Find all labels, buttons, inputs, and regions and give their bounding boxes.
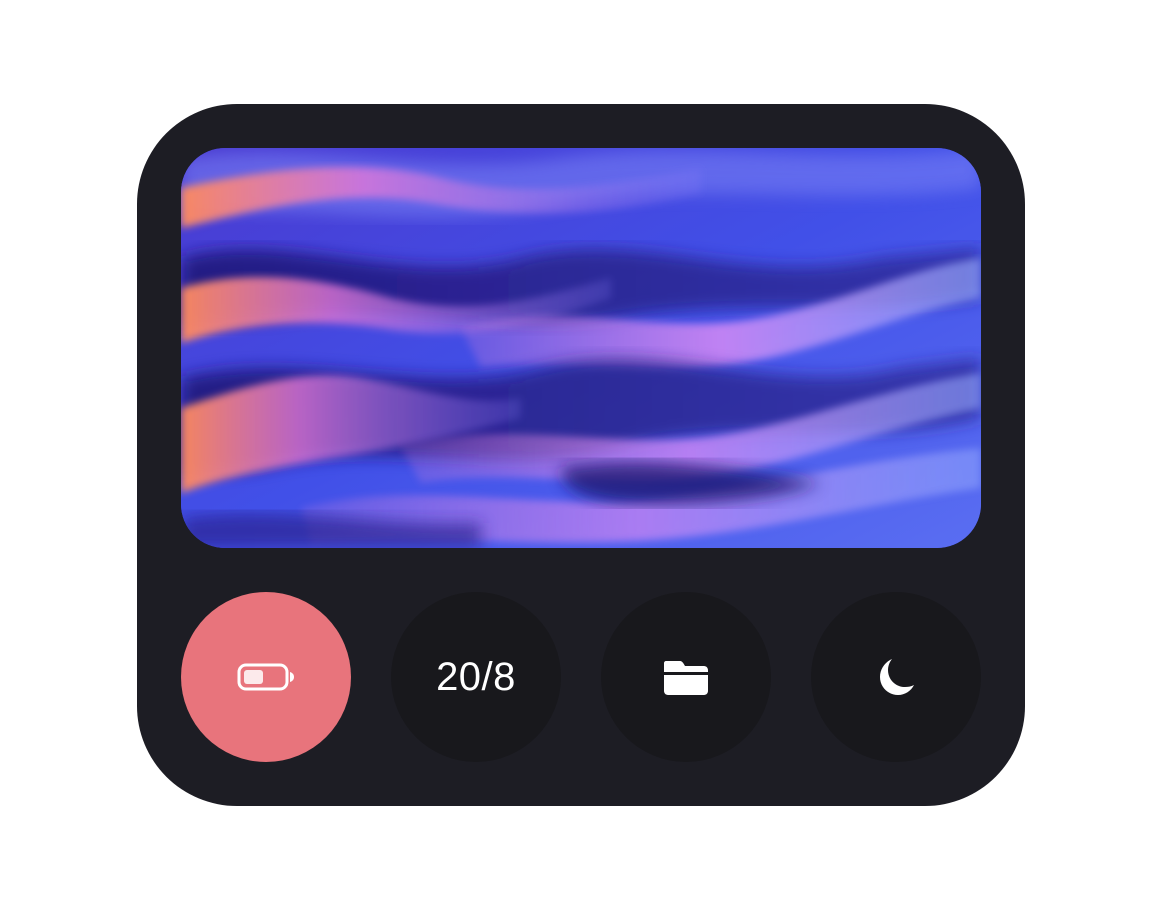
date-label: 20/8 <box>436 654 516 699</box>
dark-mode-button[interactable] <box>811 592 981 762</box>
files-button[interactable] <box>601 592 771 762</box>
quick-actions-row: 20/8 <box>181 592 981 762</box>
battery-low-icon <box>236 662 296 692</box>
folder-icon <box>662 657 710 697</box>
battery-button[interactable] <box>181 592 351 762</box>
moon-icon <box>874 655 918 699</box>
wallpaper-image <box>181 148 981 548</box>
wallpaper-preview[interactable] <box>181 148 981 548</box>
control-widget: 20/8 <box>137 104 1025 806</box>
date-button[interactable]: 20/8 <box>391 592 561 762</box>
